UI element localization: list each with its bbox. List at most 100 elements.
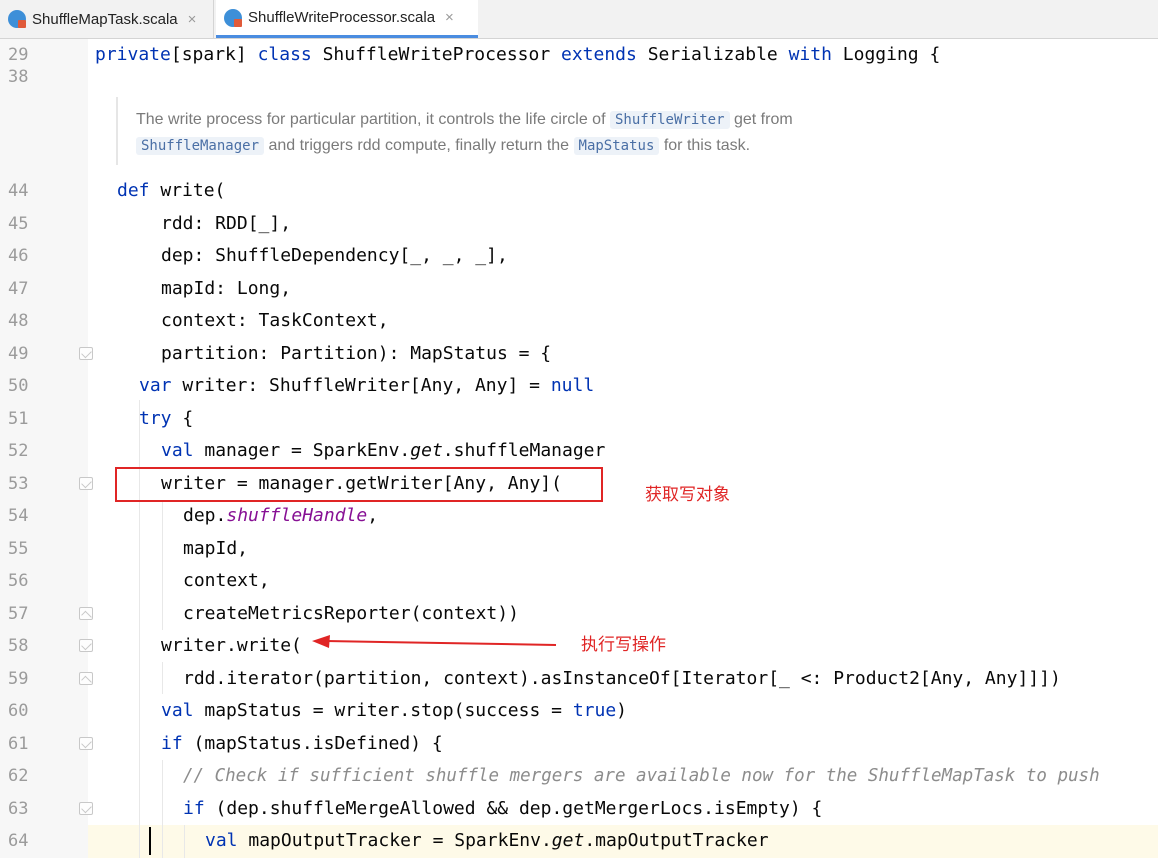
field-reference: shuffleHandle [226, 505, 368, 526]
line-number: 53 [8, 474, 29, 494]
code-text: dep. [183, 505, 227, 526]
code-line-57[interactable]: createMetricsReporter(context)) [183, 603, 519, 625]
fold-icon[interactable] [79, 639, 93, 652]
line-number: 58 [8, 636, 29, 656]
code-text: mapStatus = writer.stop(success = [193, 700, 573, 721]
code-text: mapOutputTracker = SparkEnv. [237, 830, 552, 851]
keyword: try [139, 408, 172, 429]
scaladoc-rendered-comment: The write process for particular partiti… [116, 97, 1158, 165]
line-number: 57 [8, 604, 29, 624]
line-number: 47 [8, 279, 29, 299]
code-line-52[interactable]: val manager = SparkEnv.get.shuffleManage… [161, 440, 605, 462]
code-line-54[interactable]: dep.shuffleHandle, [183, 505, 378, 527]
tab-label: ShuffleMapTask.scala [32, 10, 178, 28]
code-text: write( [149, 180, 226, 201]
code-text: { [171, 408, 194, 429]
code-text: .shuffleManager [442, 440, 606, 461]
keyword: var [139, 375, 172, 396]
code-text: manager = SparkEnv. [193, 440, 411, 461]
fold-icon[interactable] [79, 672, 93, 685]
code-line-64[interactable]: val mapOutputTracker = SparkEnv.get.mapO… [205, 830, 769, 852]
close-icon[interactable]: × [188, 11, 197, 28]
text-caret [149, 827, 151, 855]
keyword: null [550, 375, 595, 396]
code-text: ) [616, 700, 628, 721]
line-number: 54 [8, 506, 29, 526]
code-line-47[interactable]: mapId: Long, [161, 278, 291, 300]
close-icon[interactable]: × [445, 9, 454, 26]
line-number: 59 [8, 669, 29, 689]
line-number: 38 [8, 67, 29, 87]
doc-code-link[interactable]: ShuffleManager [136, 137, 265, 155]
annotation-get-writer: 获取写对象 [645, 485, 730, 505]
tab-shufflemaptask[interactable]: ShuffleMapTask.scala × [0, 0, 214, 38]
fold-icon[interactable] [79, 477, 93, 490]
code-text: ShuffleWriteProcessor [311, 44, 561, 65]
code-line-51[interactable]: try { [139, 408, 193, 430]
code-text: writer: ShuffleWriter[Any, Any] = [171, 375, 551, 396]
tab-label: ShuffleWriteProcessor.scala [248, 9, 436, 26]
code-line-59[interactable]: rdd.iterator(partition, context).asInsta… [183, 668, 1061, 690]
doc-code-link[interactable]: MapStatus [573, 137, 660, 155]
keyword: if [161, 733, 183, 754]
code-line-29[interactable]: private[spark] class ShuffleWriteProcess… [95, 44, 940, 66]
code-line-62[interactable]: // Check if sufficient shuffle mergers a… [183, 765, 1100, 787]
arrow-head [312, 635, 330, 648]
doc-text: get from [729, 111, 793, 128]
doc-line-1: The write process for particular partiti… [136, 108, 793, 132]
line-number: 48 [8, 311, 29, 331]
fold-icon[interactable] [79, 607, 93, 620]
line-number: 52 [8, 441, 29, 461]
line-number: 64 [8, 831, 29, 851]
keyword: with [788, 44, 832, 65]
indent-guide [184, 825, 185, 858]
code-text: Logging { [831, 44, 941, 65]
line-number: 51 [8, 409, 29, 429]
code-line-55[interactable]: mapId, [183, 538, 248, 560]
fold-icon[interactable] [79, 802, 93, 815]
code-text: (mapStatus.isDefined) { [182, 733, 443, 754]
editor-tab-bar: ShuffleMapTask.scala × ShuffleWriteProce… [0, 0, 1158, 39]
keyword: val [205, 830, 238, 851]
keyword: extends [561, 44, 637, 65]
indent-guide [162, 500, 163, 630]
line-number: 55 [8, 539, 29, 559]
keyword: val [161, 700, 194, 721]
scala-file-icon [8, 10, 26, 28]
code-text: .mapOutputTracker [584, 830, 769, 851]
code-line-56[interactable]: context, [183, 570, 270, 592]
keyword: def [117, 180, 150, 201]
code-text: [spark] [170, 44, 258, 65]
code-line-46[interactable]: dep: ShuffleDependency[_, _, _], [161, 245, 508, 267]
fold-icon[interactable] [79, 347, 93, 360]
line-number: 46 [8, 246, 29, 266]
line-number: 61 [8, 734, 29, 754]
line-number: 49 [8, 344, 29, 364]
keyword: if [183, 798, 205, 819]
tab-shufflewriteprocessor[interactable]: ShuffleWriteProcessor.scala × [216, 0, 478, 38]
line-number: 44 [8, 181, 29, 201]
code-text: get [551, 830, 585, 851]
code-line-48[interactable]: context: TaskContext, [161, 310, 389, 332]
doc-text: for this task. [659, 137, 751, 154]
line-number: 62 [8, 766, 29, 786]
code-line-44[interactable]: def write( [117, 180, 225, 202]
doc-code-link[interactable]: ShuffleWriter [609, 111, 730, 129]
code-line-45[interactable]: rdd: RDD[_], [161, 213, 291, 235]
code-line-63[interactable]: if (dep.shuffleMergeAllowed && dep.getMe… [183, 798, 822, 820]
doc-text: and triggers rdd compute, finally return… [264, 137, 574, 154]
code-line-58[interactable]: writer.write( [161, 635, 302, 657]
fold-icon[interactable] [79, 737, 93, 750]
line-number: 29 [8, 45, 29, 65]
highlight-box-get-writer [115, 467, 603, 502]
keyword: val [161, 440, 194, 461]
line-number: 56 [8, 571, 29, 591]
code-line-50[interactable]: var writer: ShuffleWriter[Any, Any] = nu… [139, 375, 594, 397]
code-line-61[interactable]: if (mapStatus.isDefined) { [161, 733, 443, 755]
code-line-60[interactable]: val mapStatus = writer.stop(success = tr… [161, 700, 627, 722]
code-text: Serializable [636, 44, 789, 65]
line-number: 45 [8, 214, 29, 234]
code-line-49[interactable]: partition: Partition): MapStatus = { [161, 343, 551, 365]
annotation-do-write: 执行写操作 [581, 635, 666, 655]
line-number: 50 [8, 376, 29, 396]
